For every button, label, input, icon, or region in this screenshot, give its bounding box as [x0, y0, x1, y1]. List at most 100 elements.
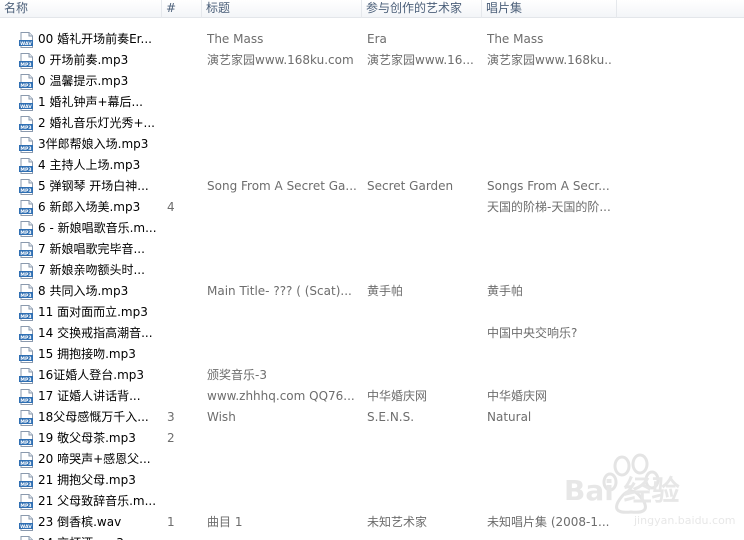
- file-row[interactable]: MP3 14 交换戒指高潮音... 中国中央交响乐?: [0, 323, 744, 344]
- column-header-name[interactable]: 名称: [0, 0, 162, 18]
- track-artist: 中华婚庆网: [367, 389, 428, 403]
- file-name[interactable]: 14 交换戒指高潮音...: [38, 325, 164, 342]
- track-number: [167, 325, 197, 342]
- svg-text:MP3: MP3: [20, 251, 31, 257]
- track-album: 天国的阶梯-天国的阶...: [487, 200, 611, 214]
- file-name[interactable]: 6 - 新娘唱歌音乐.m...: [38, 220, 164, 237]
- file-name[interactable]: 21 拥抱父母.mp3: [38, 472, 164, 489]
- track-album: [487, 136, 612, 153]
- column-header-number[interactable]: #: [162, 0, 202, 18]
- file-name[interactable]: 15 拥抱接吻.mp3: [38, 346, 164, 363]
- file-name[interactable]: 7 新娘亲吻额头时...: [38, 262, 164, 279]
- track-artist: [367, 73, 477, 90]
- file-row[interactable]: MP3 18父母感慨万千入... 3 Wish S.E.N.S. Natural: [0, 407, 744, 428]
- file-name[interactable]: 17 证婚人讲话背...: [38, 388, 164, 405]
- track-artist: 演艺家园www.16...: [367, 53, 474, 67]
- track-number: [167, 388, 197, 405]
- file-name[interactable]: 0 温馨提示.mp3: [38, 73, 164, 90]
- track-album: [487, 262, 612, 279]
- column-header-album[interactable]: 唱片集: [482, 0, 617, 18]
- track-artist: [367, 94, 477, 111]
- wav-file-icon: WAV: [19, 515, 33, 531]
- file-name[interactable]: 8 共同入场.mp3: [38, 283, 164, 300]
- file-name[interactable]: 19 敬父母茶.mp3: [38, 430, 164, 447]
- track-number: [167, 241, 197, 258]
- file-row[interactable]: MP3 11 面对面而立.mp3: [0, 302, 744, 323]
- file-row[interactable]: MP3 7 新娘亲吻额头时...: [0, 260, 744, 281]
- svg-text:MP3: MP3: [20, 356, 31, 362]
- file-name[interactable]: 3伴郎帮娘入场.mp3: [38, 136, 164, 153]
- wav-file-icon: WAV: [19, 95, 33, 111]
- file-row[interactable]: MP3 8 共同入场.mp3 Main Title- ??? ( (Scat)...…: [0, 281, 744, 302]
- file-row[interactable]: MP3 3伴郎帮娘入场.mp3: [0, 134, 744, 155]
- svg-text:MP3: MP3: [20, 272, 31, 278]
- track-title: [207, 472, 357, 489]
- file-row[interactable]: WAV 00 婚礼开场前奏Er... The Mass Era The Mass: [0, 29, 744, 50]
- file-row[interactable]: MP3 19 敬父母茶.mp3 2: [0, 428, 744, 449]
- track-album: [487, 157, 612, 174]
- track-album: [487, 304, 612, 321]
- track-number: [167, 31, 197, 48]
- track-album: [487, 346, 612, 363]
- file-row[interactable]: MP3 2 婚礼音乐灯光秀+...: [0, 113, 744, 134]
- mp3-file-icon: MP3: [19, 368, 33, 384]
- file-name[interactable]: 23 倒香槟.wav: [38, 514, 164, 531]
- track-number: [167, 220, 197, 237]
- file-row[interactable]: MP3 6 - 新娘唱歌音乐.m...: [0, 218, 744, 239]
- file-name[interactable]: 2 婚礼音乐灯光秀+...: [38, 115, 164, 132]
- svg-text:MP3: MP3: [20, 209, 31, 215]
- mp3-file-icon: MP3: [19, 473, 33, 489]
- column-header-title[interactable]: 标题: [202, 0, 362, 18]
- svg-text:MP3: MP3: [20, 167, 31, 173]
- track-album: Songs From A Secr...: [487, 179, 610, 193]
- file-row[interactable]: MP3 0 开场前奏.mp3 演艺家园www.168ku.com 演艺家园www.16…: [0, 50, 744, 71]
- file-row[interactable]: MP3 6 新郎入场美.mp3 4 天国的阶梯-天国的阶...: [0, 197, 744, 218]
- file-row[interactable]: WAV 1 婚礼钟声+幕后...: [0, 92, 744, 113]
- file-name[interactable]: 20 啼哭声+感恩父...: [38, 451, 164, 468]
- mp3-file-icon: MP3: [19, 452, 33, 468]
- file-row[interactable]: MP3 0 温馨提示.mp3: [0, 71, 744, 92]
- track-title: [207, 199, 357, 216]
- file-name[interactable]: 0 开场前奏.mp3: [38, 52, 164, 69]
- track-artist: [367, 199, 477, 216]
- file-name[interactable]: 6 新郎入场美.mp3: [38, 199, 164, 216]
- file-name[interactable]: 7 新娘唱歌完毕音...: [38, 241, 164, 258]
- track-title: 曲目 1: [207, 515, 243, 529]
- track-album: The Mass: [487, 32, 544, 46]
- track-title: Main Title- ??? ( (Scat)...: [207, 284, 352, 298]
- mp3-file-icon: MP3: [19, 74, 33, 90]
- file-row[interactable]: MP3 5 弹钢琴 开场白神... Song From A Secret Ga...…: [0, 176, 744, 197]
- file-row[interactable]: MP3 15 拥抱接吻.mp3: [0, 344, 744, 365]
- svg-text:MP3: MP3: [20, 419, 31, 425]
- file-row[interactable]: MP3 24 交杯酒.mp3: [0, 533, 744, 540]
- column-header: 名称 # 标题 参与创作的艺术家 唱片集: [0, 0, 744, 18]
- track-number: [167, 115, 197, 132]
- file-row[interactable]: MP3 17 证婚人讲话背... www.zhhhq.com QQ76... 中华婚庆…: [0, 386, 744, 407]
- track-artist: [367, 346, 477, 363]
- svg-text:MP3: MP3: [20, 461, 31, 467]
- mp3-file-icon: MP3: [19, 200, 33, 216]
- file-row[interactable]: MP3 4 主持人上场.mp3: [0, 155, 744, 176]
- track-title: [207, 346, 357, 363]
- file-name[interactable]: 24 交杯酒.mp3: [38, 535, 164, 540]
- column-header-artist[interactable]: 参与创作的艺术家: [362, 0, 482, 18]
- track-title: [207, 73, 357, 90]
- file-name[interactable]: 4 主持人上场.mp3: [38, 157, 164, 174]
- file-name[interactable]: 1 婚礼钟声+幕后...: [38, 94, 164, 111]
- baidu-watermark-logo: Bai 经验 jingyan.baidu.com: [564, 453, 736, 527]
- file-name[interactable]: 18父母感慨万千入...: [38, 409, 164, 426]
- track-album: [487, 94, 612, 111]
- track-number: [167, 52, 197, 69]
- file-name[interactable]: 00 婚礼开场前奏Er...: [38, 31, 164, 48]
- track-artist: Secret Garden: [367, 179, 454, 193]
- track-album: 黄手帕: [487, 284, 524, 298]
- file-row[interactable]: MP3 16证婚人登台.mp3 颁奖音乐-3: [0, 365, 744, 386]
- file-row[interactable]: MP3 7 新娘唱歌完毕音...: [0, 239, 744, 260]
- file-name[interactable]: 16证婚人登台.mp3: [38, 367, 164, 384]
- file-name[interactable]: 21 父母致辞音乐.m...: [38, 493, 164, 510]
- file-name[interactable]: 11 面对面而立.mp3: [38, 304, 164, 321]
- mp3-file-icon: MP3: [19, 158, 33, 174]
- file-name[interactable]: 5 弹钢琴 开场白神...: [38, 178, 164, 195]
- track-number: [167, 346, 197, 363]
- track-album: [487, 367, 612, 384]
